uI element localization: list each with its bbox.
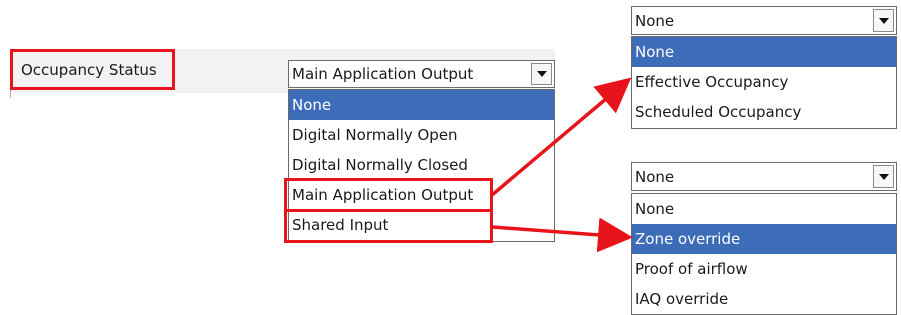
occupancy-status-label: Occupancy Status bbox=[10, 49, 175, 90]
occupancy-status-text: Occupancy Status bbox=[21, 60, 157, 79]
main-output-dropdown-value: None bbox=[635, 11, 675, 30]
option-none[interactable]: None bbox=[632, 37, 896, 67]
chevron-down-icon[interactable] bbox=[873, 9, 894, 32]
option-none[interactable]: None bbox=[289, 90, 554, 120]
option-effective-occupancy[interactable]: Effective Occupancy bbox=[632, 67, 896, 97]
chevron-down-icon[interactable] bbox=[873, 165, 894, 188]
shared-input-dropdown[interactable]: None bbox=[631, 162, 897, 191]
option-iaq-override[interactable]: IAQ override bbox=[632, 284, 896, 314]
shared-input-dropdown-value: None bbox=[635, 167, 675, 186]
row-divider bbox=[10, 90, 11, 98]
shared-input-options-list: None Zone override Proof of airflow IAQ … bbox=[631, 193, 897, 315]
main-output-options-list: None Effective Occupancy Scheduled Occup… bbox=[631, 36, 897, 129]
option-scheduled-occupancy[interactable]: Scheduled Occupancy bbox=[632, 97, 896, 127]
chevron-down-icon[interactable] bbox=[531, 63, 552, 85]
source-dropdown[interactable]: Main Application Output bbox=[288, 60, 555, 88]
option-digital-normally-open[interactable]: Digital Normally Open bbox=[289, 120, 554, 150]
option-none[interactable]: None bbox=[632, 194, 896, 224]
shared-input-highlight bbox=[284, 209, 493, 243]
option-zone-override[interactable]: Zone override bbox=[632, 224, 896, 254]
main-application-output-highlight bbox=[284, 178, 493, 212]
option-digital-normally-closed[interactable]: Digital Normally Closed bbox=[289, 150, 554, 180]
source-dropdown-value: Main Application Output bbox=[292, 65, 474, 83]
option-proof-of-airflow[interactable]: Proof of airflow bbox=[632, 254, 896, 284]
main-output-dropdown[interactable]: None bbox=[631, 6, 897, 35]
